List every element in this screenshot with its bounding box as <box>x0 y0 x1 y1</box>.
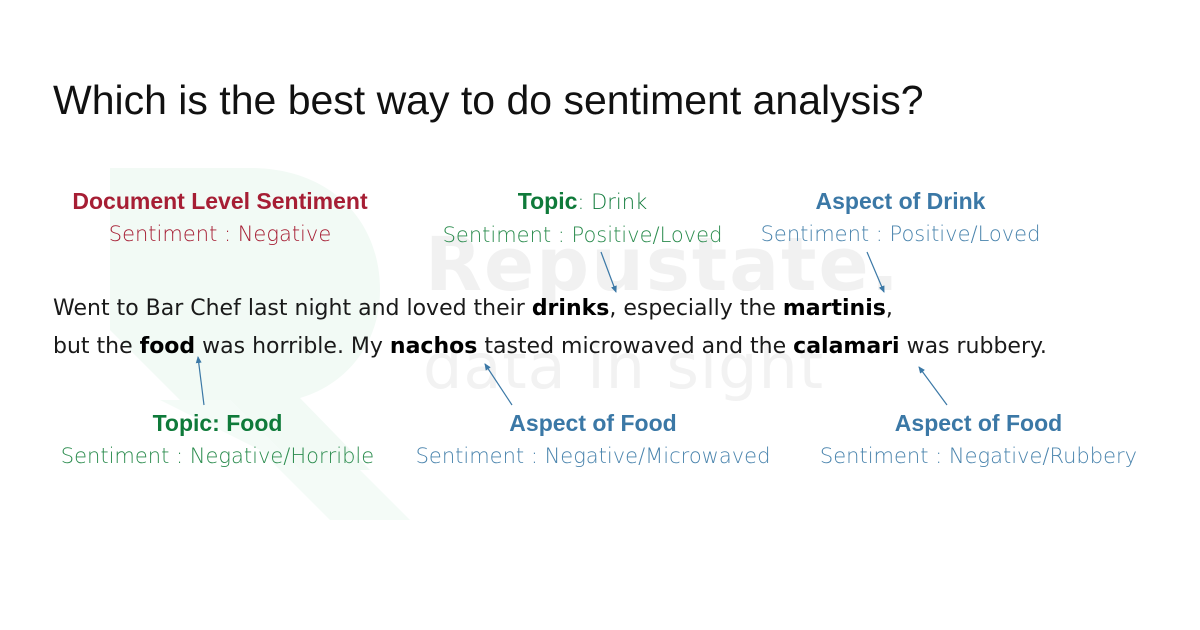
arrow-topic-food <box>195 356 205 406</box>
arrow-aspect-nachos <box>484 363 513 406</box>
annotation-arrows <box>195 251 948 406</box>
arrow-aspect-calamari <box>918 366 948 406</box>
arrow-aspect-drink <box>866 251 885 293</box>
arrow-topic-drink <box>600 251 617 293</box>
